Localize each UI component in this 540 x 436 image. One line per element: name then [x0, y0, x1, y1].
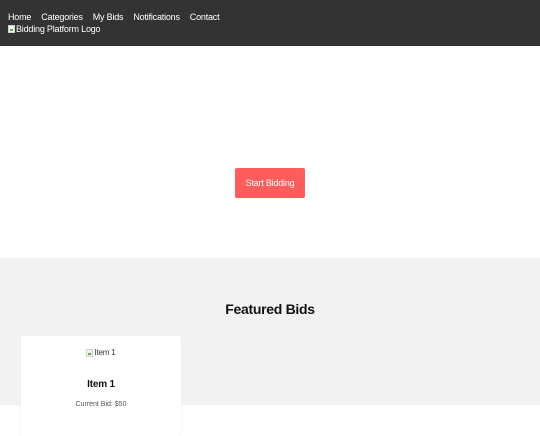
bid-card[interactable]: Item 1 Item 1 Current Bid: $50 — [21, 336, 181, 436]
broken-image-icon — [8, 25, 15, 33]
hero-section: Start Bidding — [0, 46, 540, 258]
nav-notifications-link[interactable]: Notifications — [133, 12, 180, 23]
site-header: Home Categories My Bids Notifications Co… — [0, 0, 540, 46]
featured-bids-title: Featured Bids — [225, 301, 315, 317]
logo-alt-text: Bidding Platform Logo — [16, 24, 101, 34]
nav-my-bids-link[interactable]: My Bids — [93, 12, 124, 23]
item-name: Item 1 — [87, 379, 115, 390]
broken-image-icon — [86, 348, 94, 357]
nav-categories-link[interactable]: Categories — [41, 12, 83, 23]
nav-contact-link[interactable]: Contact — [190, 12, 220, 23]
item-image: Item 1 — [21, 348, 181, 357]
site-logo[interactable]: Bidding Platform Logo — [8, 24, 101, 34]
nav-home-link[interactable]: Home — [8, 12, 31, 23]
featured-bids-section: Featured Bids Item 1 Item 1 Current Bid:… — [0, 258, 540, 436]
main-nav: Home Categories My Bids Notifications Co… — [8, 12, 220, 23]
start-bidding-button[interactable]: Start Bidding — [235, 168, 305, 198]
item-image-alt-text: Item 1 — [94, 348, 116, 357]
